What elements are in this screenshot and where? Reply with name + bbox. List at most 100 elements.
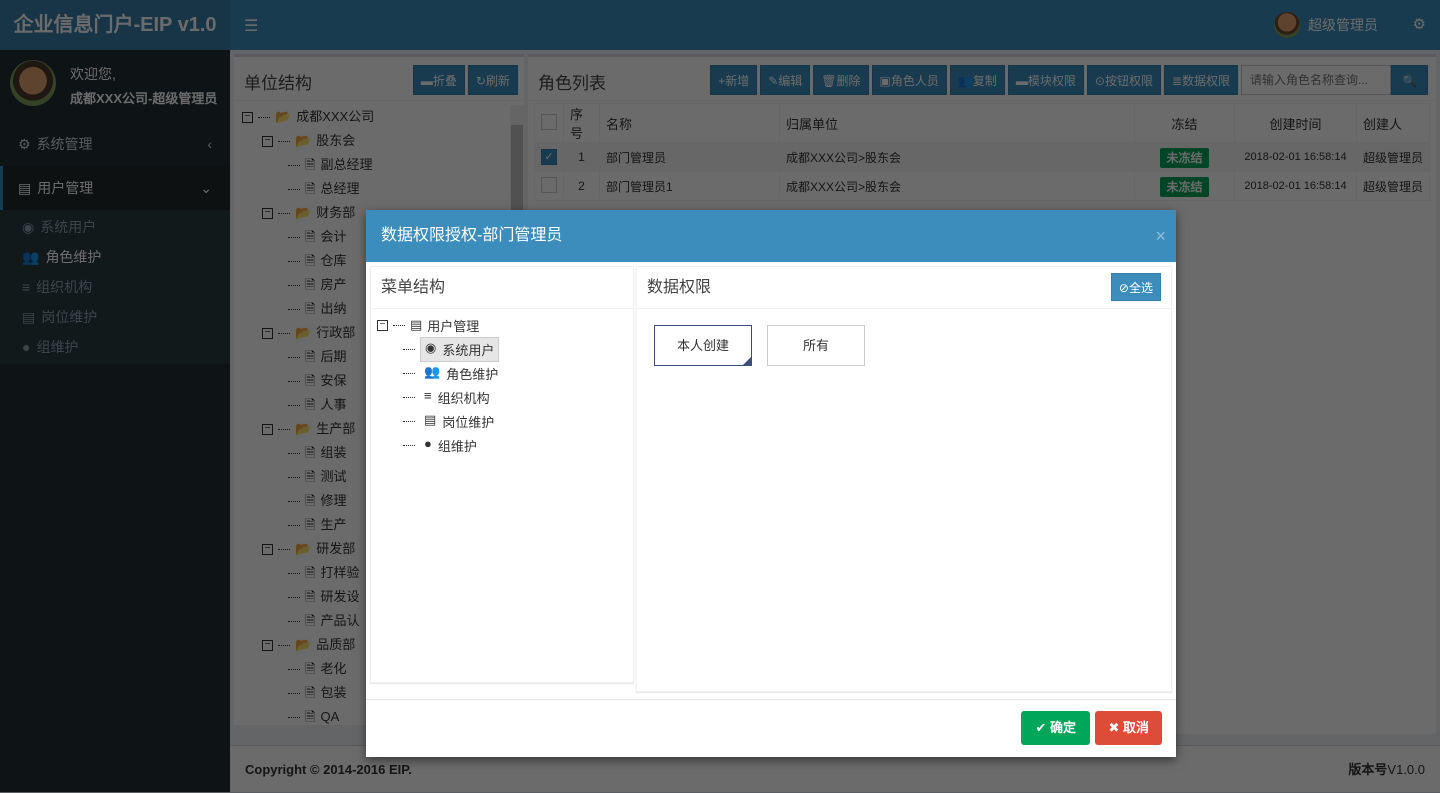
select-all-checkbox[interactable] — [534, 103, 564, 143]
user-panel: 欢迎您, 成都XXX公司-超级管理员 — [0, 50, 230, 118]
toolbar-button[interactable]: ⊙按钮权限 — [1086, 65, 1161, 95]
menu-structure-panel: 菜单结构 − ▤ 用户管理 ◉ 系统用户 👥 角色维护 ≡ 组织机构 ▤ 岗位维护 ● 组维护 — [370, 266, 634, 683]
column-header[interactable]: 序号 — [563, 103, 600, 143]
version-label: 版本号 — [1348, 762, 1388, 777]
tree-line — [403, 348, 415, 350]
panel-title: 角色列表 — [538, 74, 606, 93]
sidebar-subitem[interactable]: ● 组维护 — [0, 332, 230, 362]
select-all-button[interactable]: ⊘全选 — [1110, 273, 1161, 301]
collapse-button[interactable]: ▬折叠 — [412, 65, 465, 95]
tree-line — [278, 332, 290, 334]
panel-title: 菜单结构 — [371, 267, 633, 309]
tree-node[interactable]: ▤ 岗位维护 — [420, 410, 498, 433]
file-icon: 🗎 — [305, 229, 316, 244]
tree-label: 行政部 — [316, 325, 356, 340]
cell-no: 2 — [563, 171, 600, 201]
sidebar-item-users[interactable]: ▤ 用户管理 ⌄ — [0, 166, 230, 210]
folder-open-icon: 📂 — [295, 541, 312, 556]
tree-line — [278, 548, 290, 550]
column-header[interactable]: 名称 — [599, 103, 780, 143]
column-header[interactable]: 归属单位 — [779, 103, 1135, 143]
menu-tree-item[interactable]: ◉ 系统用户 — [377, 336, 627, 362]
tree-line — [288, 668, 300, 670]
close-icon[interactable]: × — [1155, 210, 1166, 262]
sidebar-subitem[interactable]: ≡ 组织机构 — [0, 272, 230, 302]
toolbar-button[interactable]: ▬模块权限 — [1007, 65, 1084, 95]
tree-label: 研发部 — [316, 541, 356, 556]
file-icon: 🗎 — [305, 613, 316, 628]
confirm-button[interactable]: ✔ 确定 — [1021, 711, 1090, 745]
panel-title: 单位结构 — [244, 74, 312, 93]
collapse-toggle-icon[interactable]: − — [262, 423, 273, 435]
status-badge: 未冻结 — [1160, 147, 1209, 168]
menu-tree-item[interactable]: 👥 角色维护 — [377, 361, 627, 385]
gears-icon[interactable]: ⚙ — [1413, 15, 1426, 33]
tree-leaf[interactable]: 🗎 副总经理 — [242, 153, 510, 177]
toolbar-button[interactable]: 🗑删除 — [813, 65, 869, 95]
file-icon: 🗎 — [305, 253, 316, 268]
perm-option-all[interactable]: 所有 — [767, 325, 865, 366]
row-checkbox[interactable]: ✓ — [534, 142, 564, 172]
tree-folder[interactable]: − 📂 成都XXX公司 — [242, 105, 510, 129]
cell-creator: 超级管理员 — [1356, 142, 1430, 172]
menu-tree-item[interactable]: ≡ 组织机构 — [377, 385, 627, 409]
tree-label: 会计 — [320, 229, 347, 244]
collapse-toggle-icon[interactable]: − — [242, 111, 253, 123]
menu-tree-item[interactable]: ● 组维护 — [377, 433, 627, 457]
sidebar-item-system[interactable]: ⚙ 系统管理 ‹ — [0, 122, 230, 166]
perm-option-own[interactable]: 本人创建 — [654, 325, 752, 366]
tree-node[interactable]: ◉ 系统用户 — [420, 336, 500, 362]
tree-label: 测试 — [320, 469, 347, 484]
tree-label: 打样验 — [320, 565, 360, 580]
cell-time: 2018-02-01 16:58:14 — [1234, 142, 1357, 172]
folder-open-icon: 📂 — [295, 205, 312, 220]
table-row[interactable]: 2 部门管理员1 成都XXX公司>股东会 未冻结 2018-02-01 16:58:14… — [534, 171, 1430, 201]
toolbar-button[interactable]: ▣角色人员 — [871, 65, 947, 95]
column-header[interactable]: 创建人 — [1356, 103, 1430, 143]
cancel-button[interactable]: ✖ 取消 — [1095, 711, 1162, 745]
submenu-label: 组织机构 — [36, 279, 93, 295]
toolbar-button[interactable]: 👥复制 — [949, 65, 1005, 95]
app-logo[interactable]: 企业信息门户-EIP v1.0 — [0, 0, 230, 50]
tree-folder[interactable]: − 📂 股东会 — [242, 129, 510, 153]
sidebar-subitem[interactable]: ◉ 系统用户 — [0, 212, 230, 242]
user-name: 超级管理员 — [1308, 17, 1378, 33]
file-icon: 🗎 — [305, 589, 316, 604]
tree-node[interactable]: ≡ 组织机构 — [420, 386, 494, 409]
brand-link[interactable]: EIP. — [389, 762, 412, 777]
toolbar-button[interactable]: ✎编辑 — [760, 65, 811, 95]
collapse-toggle-icon[interactable]: − — [262, 327, 273, 339]
tree-node[interactable]: ● 组维护 — [420, 434, 481, 457]
tree-label: 副总经理 — [320, 157, 373, 172]
collapse-toggle-icon[interactable]: − — [377, 319, 388, 331]
role-search-input[interactable] — [1241, 65, 1392, 95]
tree-line — [403, 396, 415, 398]
table-row[interactable]: ✓ 1 部门管理员 成都XXX公司>股东会 未冻结 2018-02-01 16:58:14… — [534, 142, 1430, 172]
tree-root[interactable]: − ▤ 用户管理 — [377, 313, 627, 337]
tree-line — [288, 404, 300, 406]
collapse-toggle-icon[interactable]: − — [262, 639, 273, 651]
collapse-toggle-icon[interactable]: − — [262, 135, 273, 147]
toolbar-button[interactable]: ≣数据权限 — [1163, 65, 1239, 95]
refresh-button[interactable]: ↻刷新 — [467, 65, 518, 95]
column-header[interactable]: 冻结 — [1134, 103, 1235, 143]
id-card-icon: ▤ — [22, 309, 36, 325]
column-header[interactable]: 创建时间 — [1234, 103, 1357, 143]
search-button[interactable]: 🔍 — [1391, 65, 1428, 95]
sidebar-subitem[interactable]: ▤ 岗位维护 — [0, 302, 230, 332]
cell-text: 超级管理员 — [1363, 150, 1424, 165]
row-checkbox[interactable] — [534, 171, 564, 201]
collapse-toggle-icon[interactable]: − — [262, 543, 273, 555]
data-permission-dialog: 数据权限授权-部门管理员 × 菜单结构 − ▤ 用户管理 ◉ 系统用户 👥 角色维护 ≡ 组织机构… — [366, 210, 1176, 757]
user-menu[interactable]: 超级管理员 — [1274, 12, 1378, 38]
collapse-toggle-icon[interactable]: − — [262, 207, 273, 219]
sidebar-toggle-icon[interactable]: ☰ — [244, 16, 258, 36]
sidebar-subitem[interactable]: 👥 角色维护 — [0, 242, 230, 272]
tree-line — [288, 380, 300, 382]
sidebar: 欢迎您, 成都XXX公司-超级管理员 ⚙ 系统管理 ‹ ▤ 用户管理 ⌄ ◉ 系统用户 👥 角… — [0, 50, 230, 792]
tree-leaf[interactable]: 🗎 总经理 — [242, 177, 510, 201]
tree-label: 人事 — [320, 397, 347, 412]
tree-node[interactable]: 👥 角色维护 — [420, 362, 502, 385]
toolbar-button[interactable]: +新增 — [710, 65, 758, 95]
menu-tree-item[interactable]: ▤ 岗位维护 — [377, 409, 627, 433]
